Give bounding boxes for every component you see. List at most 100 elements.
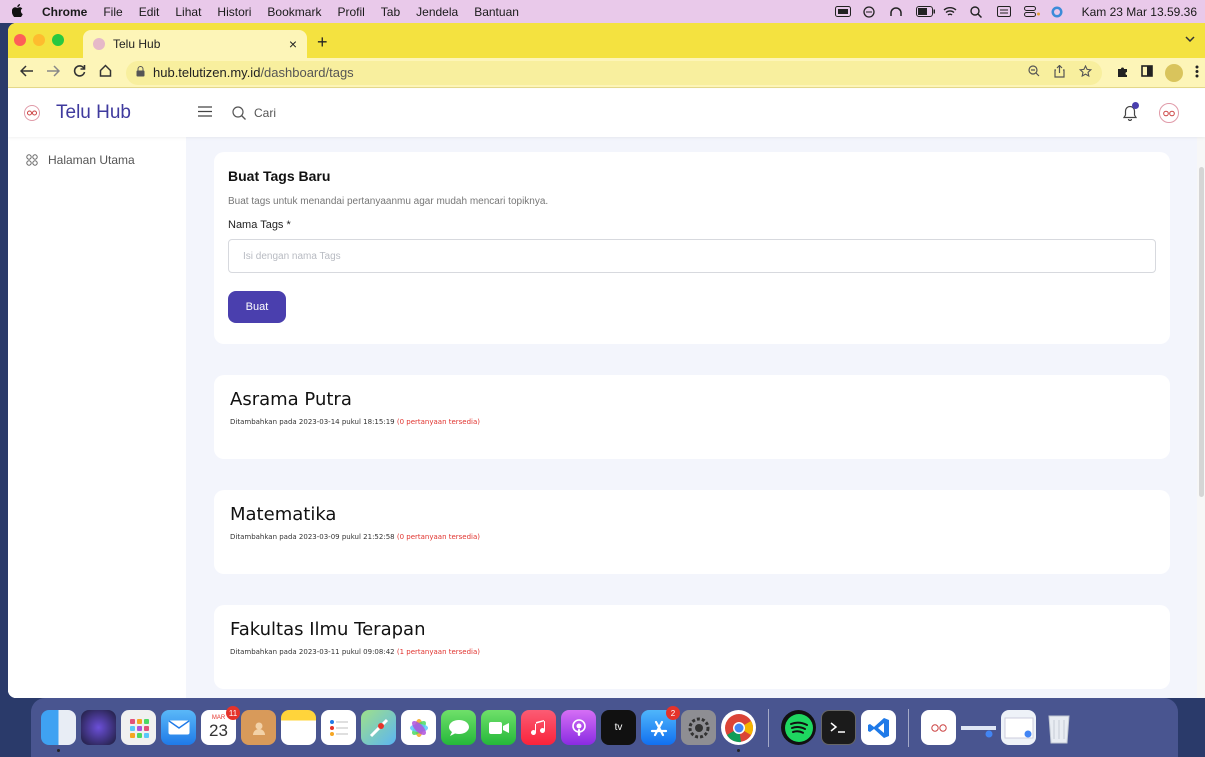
sidebar-item-label: Halaman Utama — [48, 153, 135, 167]
tab-search-chevron-icon[interactable] — [1185, 33, 1195, 45]
scrollbar-thumb[interactable] — [1199, 167, 1204, 497]
messages-icon[interactable] — [441, 710, 476, 745]
music-icon[interactable] — [521, 710, 556, 745]
profile-avatar[interactable] — [1165, 63, 1183, 82]
launchpad-icon[interactable] — [121, 710, 156, 745]
tag-card[interactable]: Fakultas Ilmu Terapan Ditambahkan pada 2… — [214, 605, 1170, 689]
dock-separator — [768, 708, 769, 747]
spotlight-icon[interactable] — [969, 6, 984, 19]
app-store-icon[interactable]: 2 — [641, 706, 680, 745]
share-icon[interactable] — [1054, 64, 1065, 81]
menu-chrome[interactable]: Chrome — [34, 5, 95, 19]
minimized-window-thumbnail[interactable] — [1001, 710, 1036, 745]
tag-meta: Ditambahkan pada 2023-03-09 pukul 21:52:… — [230, 533, 1154, 541]
tag-name-label: Nama Tags * — [228, 219, 291, 231]
site-header: Telu Hub — [8, 89, 1205, 137]
page-scrollbar[interactable] — [1197, 137, 1205, 698]
menu-jendela[interactable]: Jendela — [408, 5, 466, 19]
menu-tab[interactable]: Tab — [373, 5, 408, 19]
siri-icon[interactable] — [1051, 6, 1065, 18]
search-input[interactable] — [254, 106, 454, 120]
browser-tab-telu-hub[interactable]: Telu Hub × — [83, 30, 307, 58]
photos-icon[interactable] — [401, 710, 436, 745]
maps-icon[interactable] — [361, 710, 396, 745]
mail-icon[interactable] — [161, 710, 196, 745]
headphones-icon[interactable] — [889, 6, 903, 17]
reminders-icon[interactable] — [321, 710, 356, 745]
system-settings-icon[interactable] — [681, 710, 716, 745]
forward-arrow-icon[interactable] — [40, 64, 66, 81]
tag-question-count: (0 pertanyaan tersedia) — [396, 418, 481, 426]
trash-icon[interactable] — [1041, 710, 1076, 745]
apple-tv-icon[interactable]: tv — [601, 710, 636, 745]
spotify-icon[interactable] — [781, 710, 816, 745]
menu-bantuan[interactable]: Bantuan — [466, 5, 527, 19]
podcasts-icon[interactable] — [561, 710, 596, 745]
screen-icon[interactable] — [996, 6, 1011, 17]
menu-bookmark[interactable]: Bookmark — [259, 5, 329, 19]
tab-close-icon[interactable]: × — [289, 36, 297, 52]
bookmark-star-icon[interactable] — [1078, 64, 1093, 81]
control-center-icon[interactable] — [1023, 6, 1040, 17]
minimized-window-thumbnail[interactable] — [961, 710, 996, 745]
apple-tv-label: tv — [614, 722, 623, 733]
dock-separator — [908, 708, 909, 747]
window-zoom-button[interactable] — [52, 34, 64, 46]
tab-strip: Telu Hub × + — [8, 23, 1205, 58]
tag-name[interactable]: Matematika — [230, 504, 1154, 525]
menu-file[interactable]: File — [95, 5, 130, 19]
notes-icon[interactable] — [281, 710, 316, 745]
siri-app-icon[interactable] — [81, 710, 116, 745]
contacts-icon[interactable] — [241, 710, 276, 745]
user-avatar[interactable] — [1159, 103, 1179, 123]
tag-name[interactable]: Fakultas Ilmu Terapan — [230, 619, 1154, 640]
macos-menu-bar: Chrome File Edit Lihat Histori Bookmark … — [0, 0, 1205, 23]
address-bar[interactable]: hub.telutizen.my.id/dashboard/tags — [126, 60, 1102, 85]
telu-hub-logo-icon[interactable] — [24, 105, 40, 121]
lock-icon[interactable] — [136, 65, 145, 80]
side-panel-icon[interactable] — [1141, 65, 1153, 80]
menu-profil[interactable]: Profil — [329, 5, 372, 19]
zoom-icon[interactable] — [1028, 64, 1040, 81]
running-indicator — [57, 749, 60, 752]
chrome-icon[interactable] — [721, 710, 756, 752]
menu-lihat[interactable]: Lihat — [167, 5, 209, 19]
menu-edit[interactable]: Edit — [131, 5, 168, 19]
telu-hub-web-app-icon[interactable] — [921, 710, 956, 745]
sidebar-item-halaman-utama[interactable]: Halaman Utama — [8, 137, 186, 167]
tag-card[interactable]: Asrama Putra Ditambahkan pada 2023-03-14… — [214, 375, 1170, 459]
back-arrow-icon[interactable] — [14, 64, 40, 81]
window-close-button[interactable] — [14, 34, 26, 46]
battery-icon[interactable] — [915, 6, 935, 17]
telu-hub-favicon-icon — [93, 38, 105, 50]
reload-icon[interactable] — [66, 64, 92, 81]
site-brand[interactable]: Telu Hub — [56, 102, 190, 124]
hamburger-menu-icon[interactable] — [198, 104, 212, 122]
home-icon[interactable] — [92, 64, 118, 81]
wifi-icon[interactable] — [943, 6, 957, 17]
apple-menu-icon[interactable] — [0, 3, 34, 20]
calendar-icon[interactable]: MAR 23 11 — [201, 706, 240, 745]
memory-icon[interactable] — [834, 6, 851, 17]
vpn-icon[interactable] — [862, 6, 876, 18]
new-tab-button[interactable]: + — [317, 32, 328, 53]
terminal-icon[interactable] — [821, 710, 856, 745]
app-store-badge: 2 — [666, 706, 680, 720]
menu-histori[interactable]: Histori — [209, 5, 259, 19]
facetime-icon[interactable] — [481, 710, 516, 745]
menubar-clock[interactable]: Kam 23 Mar 13.59.36 — [1082, 5, 1197, 19]
calendar-badge: 11 — [226, 706, 240, 720]
extensions-puzzle-icon[interactable] — [1116, 65, 1129, 81]
create-tag-button[interactable]: Buat — [228, 291, 286, 323]
finder-icon[interactable] — [41, 710, 76, 752]
macos-dock: MAR 23 11 tv 2 — [31, 698, 1178, 757]
vscode-icon[interactable] — [861, 710, 896, 745]
tag-card[interactable]: Matematika Ditambahkan pada 2023-03-09 p… — [214, 490, 1170, 574]
window-controls — [14, 34, 64, 46]
notification-bell-icon[interactable] — [1122, 102, 1139, 122]
tag-name[interactable]: Asrama Putra — [230, 389, 1154, 410]
window-minimize-button[interactable] — [33, 34, 45, 46]
tag-name-input[interactable] — [228, 239, 1156, 273]
chrome-menu-icon[interactable] — [1195, 65, 1199, 81]
running-indicator — [737, 749, 740, 752]
